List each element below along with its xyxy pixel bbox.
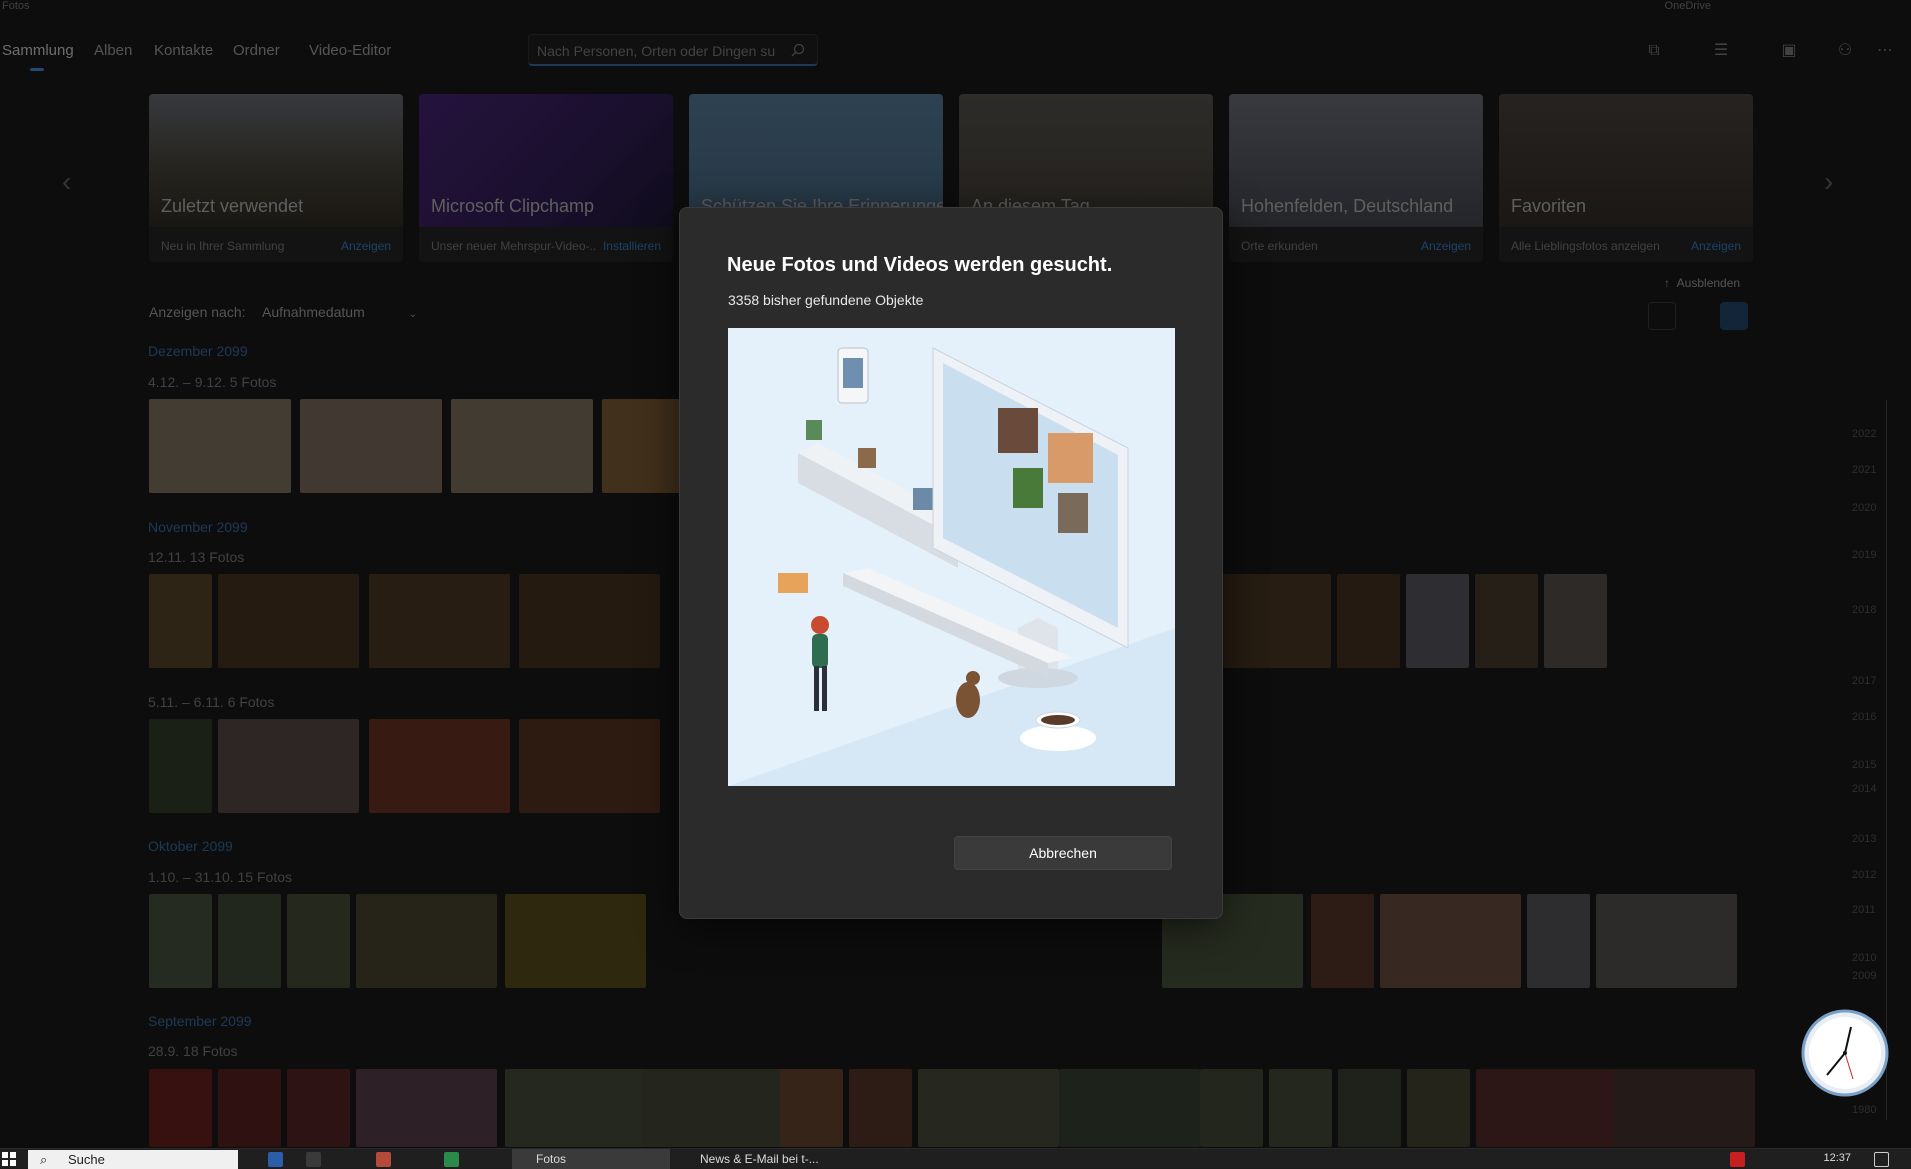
- scan-illustration: [728, 328, 1175, 786]
- tray-app-icon[interactable]: [1730, 1152, 1745, 1167]
- outlook-icon[interactable]: [268, 1152, 283, 1167]
- app-icon[interactable]: [376, 1152, 391, 1167]
- found-count: 3358 bisher gefundene Objekte: [728, 292, 924, 308]
- clock-widget: [1801, 1009, 1889, 1097]
- taskbar-news[interactable]: News & E-Mail bei t-...: [676, 1149, 819, 1169]
- taskbar: ⌕ Suche Fotos News & E-Mail bei t-... 12…: [0, 1148, 1911, 1169]
- taskbar-fotos-label: Fotos: [536, 1152, 567, 1166]
- excel-icon[interactable]: [444, 1152, 459, 1167]
- taskbar-fotos[interactable]: Fotos: [512, 1149, 670, 1169]
- taskbar-search[interactable]: ⌕ Suche: [28, 1150, 238, 1169]
- notification-icon[interactable]: [1874, 1152, 1889, 1167]
- app-s-icon[interactable]: [306, 1152, 321, 1167]
- taskbar-news-label: News & E-Mail bei t-...: [700, 1152, 819, 1166]
- scan-dialog: Neue Fotos und Videos werden gesucht. 33…: [679, 207, 1223, 919]
- search-icon: ⌕: [40, 1152, 48, 1167]
- windows-start-icon[interactable]: [2, 1152, 16, 1166]
- system-time[interactable]: 12:37: [1823, 1152, 1851, 1164]
- taskbar-search-label: Suche: [68, 1152, 105, 1167]
- cancel-button[interactable]: Abbrechen: [954, 836, 1172, 870]
- dialog-title: Neue Fotos und Videos werden gesucht.: [727, 254, 1113, 276]
